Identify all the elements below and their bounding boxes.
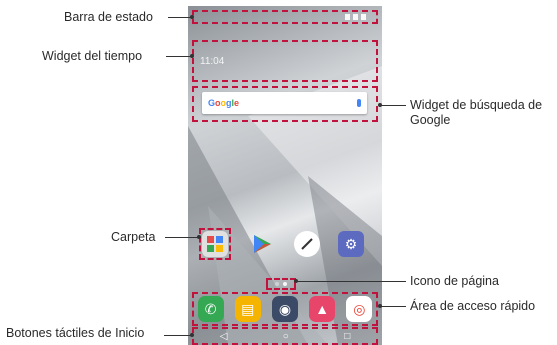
pen-icon	[301, 238, 313, 250]
callout-search-widget-line2: Google	[410, 113, 451, 127]
callout-status-bar: Barra de estado	[64, 10, 153, 24]
page-indicator-frame	[266, 278, 296, 290]
leader-home-buttons	[164, 335, 192, 336]
callout-folder: Carpeta	[111, 230, 156, 244]
leader-dot	[294, 279, 298, 283]
search-widget-frame	[192, 86, 378, 122]
play-store-app[interactable]	[249, 231, 275, 257]
leader-folder	[165, 237, 199, 238]
leader-dot	[378, 304, 382, 308]
leader-weather-widget	[166, 56, 192, 57]
leader-dot	[190, 333, 194, 337]
leader-quick-access	[380, 306, 406, 307]
callout-weather-widget: Widget del tiempo	[42, 49, 143, 63]
phone-screen: 11:04 Google ⚙ ✆ ▤ ◉ ▲ ◎ ◁ ○ □	[188, 6, 382, 345]
settings-app[interactable]: ⚙	[338, 231, 364, 257]
leader-dot	[190, 15, 194, 19]
leader-page-icon	[296, 281, 406, 282]
weather-widget-frame	[192, 40, 378, 82]
folder-frame	[199, 228, 231, 260]
status-bar-frame	[192, 10, 378, 24]
leader-status-bar	[168, 17, 192, 18]
quick-access-frame	[192, 292, 378, 326]
leader-dot	[378, 103, 382, 107]
play-store-icon	[254, 235, 271, 253]
gear-icon: ⚙	[344, 235, 358, 252]
callout-home-buttons: Botones táctiles de Inicio	[6, 326, 145, 340]
leader-dot	[190, 54, 194, 58]
callout-page-icon: Icono de página	[410, 274, 499, 288]
notes-app[interactable]	[294, 231, 320, 257]
leader-search-widget	[380, 105, 406, 106]
leader-dot	[197, 235, 201, 239]
callout-search-widget-line1: Widget de búsqueda de	[410, 98, 543, 112]
home-buttons-frame	[192, 327, 378, 345]
callout-quick-access: Área de acceso rápido	[410, 299, 536, 313]
